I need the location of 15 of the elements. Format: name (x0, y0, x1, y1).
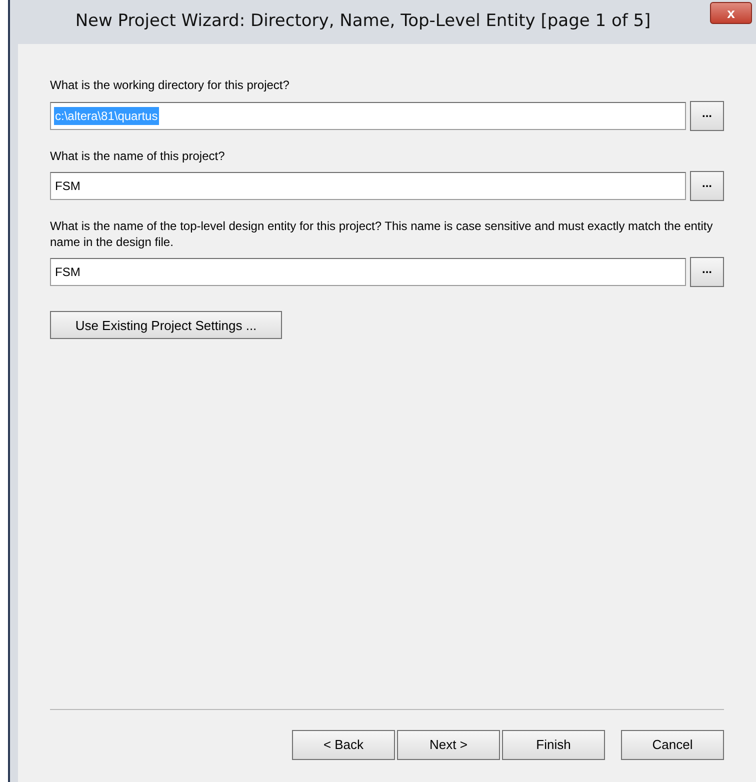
field-label: What is the name of this project? (50, 148, 226, 164)
field-label: What is the name of the top-level design entity for this project? This name is case sensitive and must exactly match the entity name in the design file. (50, 219, 714, 250)
dialog-button[interactable]: Cancel (621, 730, 724, 760)
close-button[interactable]: x (710, 2, 752, 24)
browse-button[interactable]: ... (690, 257, 724, 288)
field-label: What is the working directory for this project? (50, 78, 290, 94)
browse-button[interactable]: ... (690, 100, 724, 131)
dialog-button[interactable]: Finish (502, 730, 605, 760)
window-title: New Project Wizard: Directory, Name, Top-Level Entity [page 1 of 5] (75, 10, 651, 34)
dialog-button[interactable]: < Back (292, 730, 395, 760)
dialog-button[interactable]: Next > (397, 730, 500, 760)
use-existing-settings-button[interactable]: Use Existing Project Settings ... (50, 311, 282, 340)
browse-button[interactable]: ... (690, 171, 724, 202)
text-field[interactable]: FSM (50, 258, 686, 286)
text-field[interactable]: FSM (50, 172, 686, 200)
